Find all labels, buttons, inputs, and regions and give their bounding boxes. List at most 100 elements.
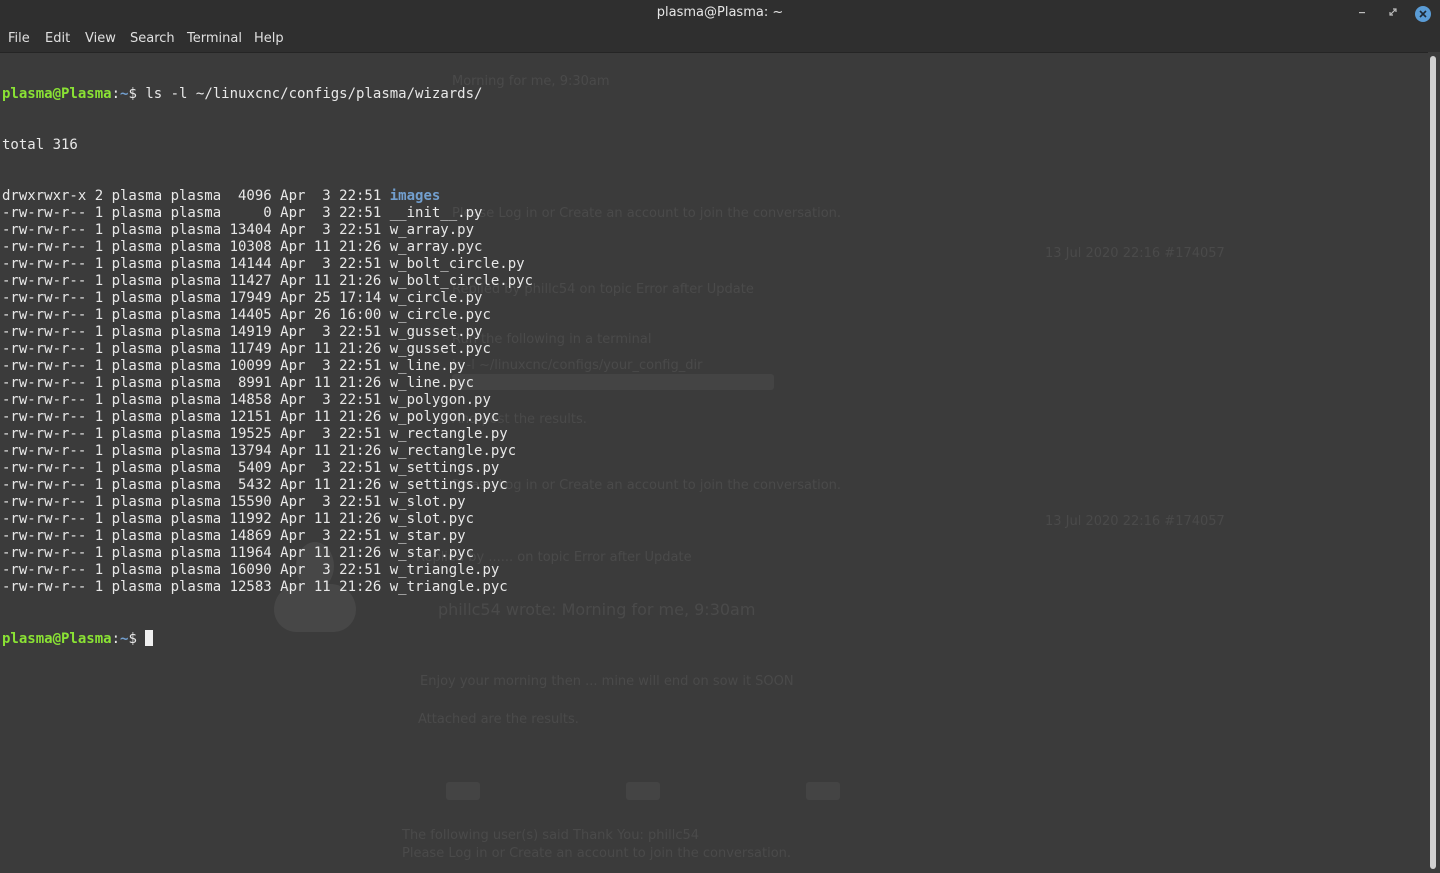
listing-row: -rw-rw-r-- 1 plasma plasma 13404 Apr 3 2…: [2, 222, 1426, 239]
file-meta: drwxrwxr-x 2 plasma plasma 4096 Apr 3 22…: [2, 188, 390, 204]
file-meta: -rw-rw-r-- 1 plasma plasma 16090 Apr 3 2…: [2, 562, 390, 578]
file-name: w_line.pyc: [389, 375, 475, 391]
listing-row: -rw-rw-r-- 1 plasma plasma 14405 Apr 26 …: [2, 307, 1426, 324]
listing-row: -rw-rw-r-- 1 plasma plasma 5409 Apr 3 22…: [2, 460, 1426, 477]
menu-view[interactable]: View: [85, 31, 116, 46]
ghost-thanks: The following user(s) said Thank You: ph…: [402, 828, 700, 843]
minimize-button[interactable]: [1352, 4, 1372, 24]
file-meta: -rw-rw-r-- 1 plasma plasma 14144 Apr 3 2…: [2, 256, 390, 272]
file-meta: -rw-rw-r-- 1 plasma plasma 14919 Apr 3 2…: [2, 324, 390, 340]
listing-row: drwxrwxr-x 2 plasma plasma 4096 Apr 3 22…: [2, 188, 1426, 205]
listing-row: -rw-rw-r-- 1 plasma plasma 0 Apr 3 22:51…: [2, 205, 1426, 222]
window-titlebar[interactable]: plasma@Plasma: ~: [0, 0, 1440, 28]
listing-row: -rw-rw-r-- 1 plasma plasma 14858 Apr 3 2…: [2, 392, 1426, 409]
file-name: w_circle.py: [389, 290, 483, 306]
prompt-user-host: plasma@Plasma: [2, 631, 112, 647]
total-line: total 316: [2, 137, 78, 153]
ghost-attachment: [446, 782, 480, 800]
menu-search[interactable]: Search: [130, 31, 175, 46]
file-meta: -rw-rw-r-- 1 plasma plasma 11964 Apr 11 …: [2, 545, 390, 561]
file-name: w_rectangle.py: [389, 426, 508, 442]
listing-row: -rw-rw-r-- 1 plasma plasma 5432 Apr 11 2…: [2, 477, 1426, 494]
menu-edit[interactable]: Edit: [45, 31, 70, 46]
file-name: w_bolt_circle.py: [389, 256, 525, 272]
file-name: w_star.pyc: [389, 545, 475, 561]
file-meta: -rw-rw-r-- 1 plasma plasma 5409 Apr 3 22…: [2, 460, 390, 476]
listing-row: -rw-rw-r-- 1 plasma plasma 11749 Apr 11 …: [2, 341, 1426, 358]
file-name: w_gusset.pyc: [389, 341, 491, 357]
file-meta: -rw-rw-r-- 1 plasma plasma 11427 Apr 11 …: [2, 273, 390, 289]
terminal-output[interactable]: plasma@Plasma:~$ ls -l ~/linuxcnc/config…: [2, 52, 1426, 664]
ghost-attached: Attached are the results.: [418, 712, 579, 727]
file-meta: -rw-rw-r-- 1 plasma plasma 11749 Apr 11 …: [2, 341, 390, 357]
listing-row: -rw-rw-r-- 1 plasma plasma 11992 Apr 11 …: [2, 511, 1426, 528]
listing: drwxrwxr-x 2 plasma plasma 4096 Apr 3 22…: [2, 188, 1426, 596]
close-icon: [1415, 6, 1431, 22]
listing-row: -rw-rw-r-- 1 plasma plasma 11427 Apr 11 …: [2, 273, 1426, 290]
file-name: w_triangle.pyc: [389, 579, 508, 595]
file-name: w_circle.pyc: [389, 307, 491, 323]
prompt-symbol: $: [128, 631, 146, 647]
file-meta: -rw-rw-r-- 1 plasma plasma 10099 Apr 3 2…: [2, 358, 390, 374]
ghost-login: Please Log in or Create an account to jo…: [402, 846, 792, 861]
listing-row: -rw-rw-r-- 1 plasma plasma 15590 Apr 3 2…: [2, 494, 1426, 511]
window-title: plasma@Plasma: ~: [656, 5, 784, 20]
minimize-icon: [1359, 12, 1365, 14]
file-name: w_bolt_circle.pyc: [389, 273, 534, 289]
restore-icon: [1389, 8, 1397, 16]
vertical-scrollbar[interactable]: [1428, 52, 1440, 873]
listing-row: -rw-rw-r-- 1 plasma plasma 16090 Apr 3 2…: [2, 562, 1426, 579]
prompt-separator: :: [111, 86, 121, 102]
listing-row: -rw-rw-r-- 1 plasma plasma 10099 Apr 3 2…: [2, 358, 1426, 375]
file-meta: -rw-rw-r-- 1 plasma plasma 13404 Apr 3 2…: [2, 222, 390, 238]
file-name: w_slot.pyc: [389, 511, 475, 527]
directory-name: images: [389, 188, 441, 204]
menu-help[interactable]: Help: [254, 31, 284, 46]
prompt-separator: :: [111, 631, 121, 647]
text-cursor: [145, 630, 154, 646]
file-meta: -rw-rw-r-- 1 plasma plasma 0 Apr 3 22:51: [2, 205, 390, 221]
file-meta: -rw-rw-r-- 1 plasma plasma 14858 Apr 3 2…: [2, 392, 390, 408]
listing-row: -rw-rw-r-- 1 plasma plasma 14869 Apr 3 2…: [2, 528, 1426, 545]
listing-row: -rw-rw-r-- 1 plasma plasma 11964 Apr 11 …: [2, 545, 1426, 562]
file-meta: -rw-rw-r-- 1 plasma plasma 12583 Apr 11 …: [2, 579, 390, 595]
listing-row: -rw-rw-r-- 1 plasma plasma 12583 Apr 11 …: [2, 579, 1426, 596]
file-name: w_line.py: [389, 358, 466, 374]
ghost-text: Enjoy your morning then ... mine will en…: [420, 674, 794, 689]
listing-row: -rw-rw-r-- 1 plasma plasma 10308 Apr 11 …: [2, 239, 1426, 256]
prompt-symbol: $: [128, 86, 146, 102]
file-name: w_array.pyc: [389, 239, 483, 255]
file-name: w_settings.py: [389, 460, 500, 476]
file-meta: -rw-rw-r-- 1 plasma plasma 13794 Apr 11 …: [2, 443, 390, 459]
file-name: __init__.py: [389, 205, 483, 221]
listing-row: -rw-rw-r-- 1 plasma plasma 14919 Apr 3 2…: [2, 324, 1426, 341]
active-prompt-line[interactable]: plasma@Plasma:~$: [2, 630, 1426, 647]
listing-row: -rw-rw-r-- 1 plasma plasma 13794 Apr 11 …: [2, 443, 1426, 460]
file-meta: -rw-rw-r-- 1 plasma plasma 15590 Apr 3 2…: [2, 494, 390, 510]
file-meta: -rw-rw-r-- 1 plasma plasma 14869 Apr 3 2…: [2, 528, 390, 544]
menu-file[interactable]: File: [8, 31, 30, 46]
menubar: File Edit View Search Terminal Help: [0, 28, 1440, 53]
file-meta: -rw-rw-r-- 1 plasma plasma 8991 Apr 11 2…: [2, 375, 390, 391]
ghost-attachment: [806, 782, 840, 800]
command-line: plasma@Plasma:~$ ls -l ~/linuxcnc/config…: [2, 86, 1426, 103]
ghost-attachment: [626, 782, 660, 800]
file-name: w_polygon.py: [389, 392, 491, 408]
listing-row: -rw-rw-r-- 1 plasma plasma 19525 Apr 3 2…: [2, 426, 1426, 443]
file-name: w_gusset.py: [389, 324, 483, 340]
scrollbar-thumb[interactable]: [1430, 56, 1436, 869]
maximize-button[interactable]: [1383, 4, 1403, 24]
file-name: w_star.py: [389, 528, 466, 544]
file-name: w_slot.py: [389, 494, 466, 510]
file-name: w_triangle.py: [389, 562, 500, 578]
file-meta: -rw-rw-r-- 1 plasma plasma 5432 Apr 11 2…: [2, 477, 390, 493]
file-name: w_polygon.pyc: [389, 409, 500, 425]
file-meta: -rw-rw-r-- 1 plasma plasma 10308 Apr 11 …: [2, 239, 390, 255]
listing-row: -rw-rw-r-- 1 plasma plasma 8991 Apr 11 2…: [2, 375, 1426, 392]
prompt-user-host: plasma@Plasma: [2, 86, 112, 102]
file-name: w_rectangle.pyc: [389, 443, 517, 459]
listing-row: -rw-rw-r-- 1 plasma plasma 14144 Apr 3 2…: [2, 256, 1426, 273]
menu-terminal[interactable]: Terminal: [187, 31, 242, 46]
close-button[interactable]: [1413, 4, 1433, 24]
file-meta: -rw-rw-r-- 1 plasma plasma 11992 Apr 11 …: [2, 511, 390, 527]
